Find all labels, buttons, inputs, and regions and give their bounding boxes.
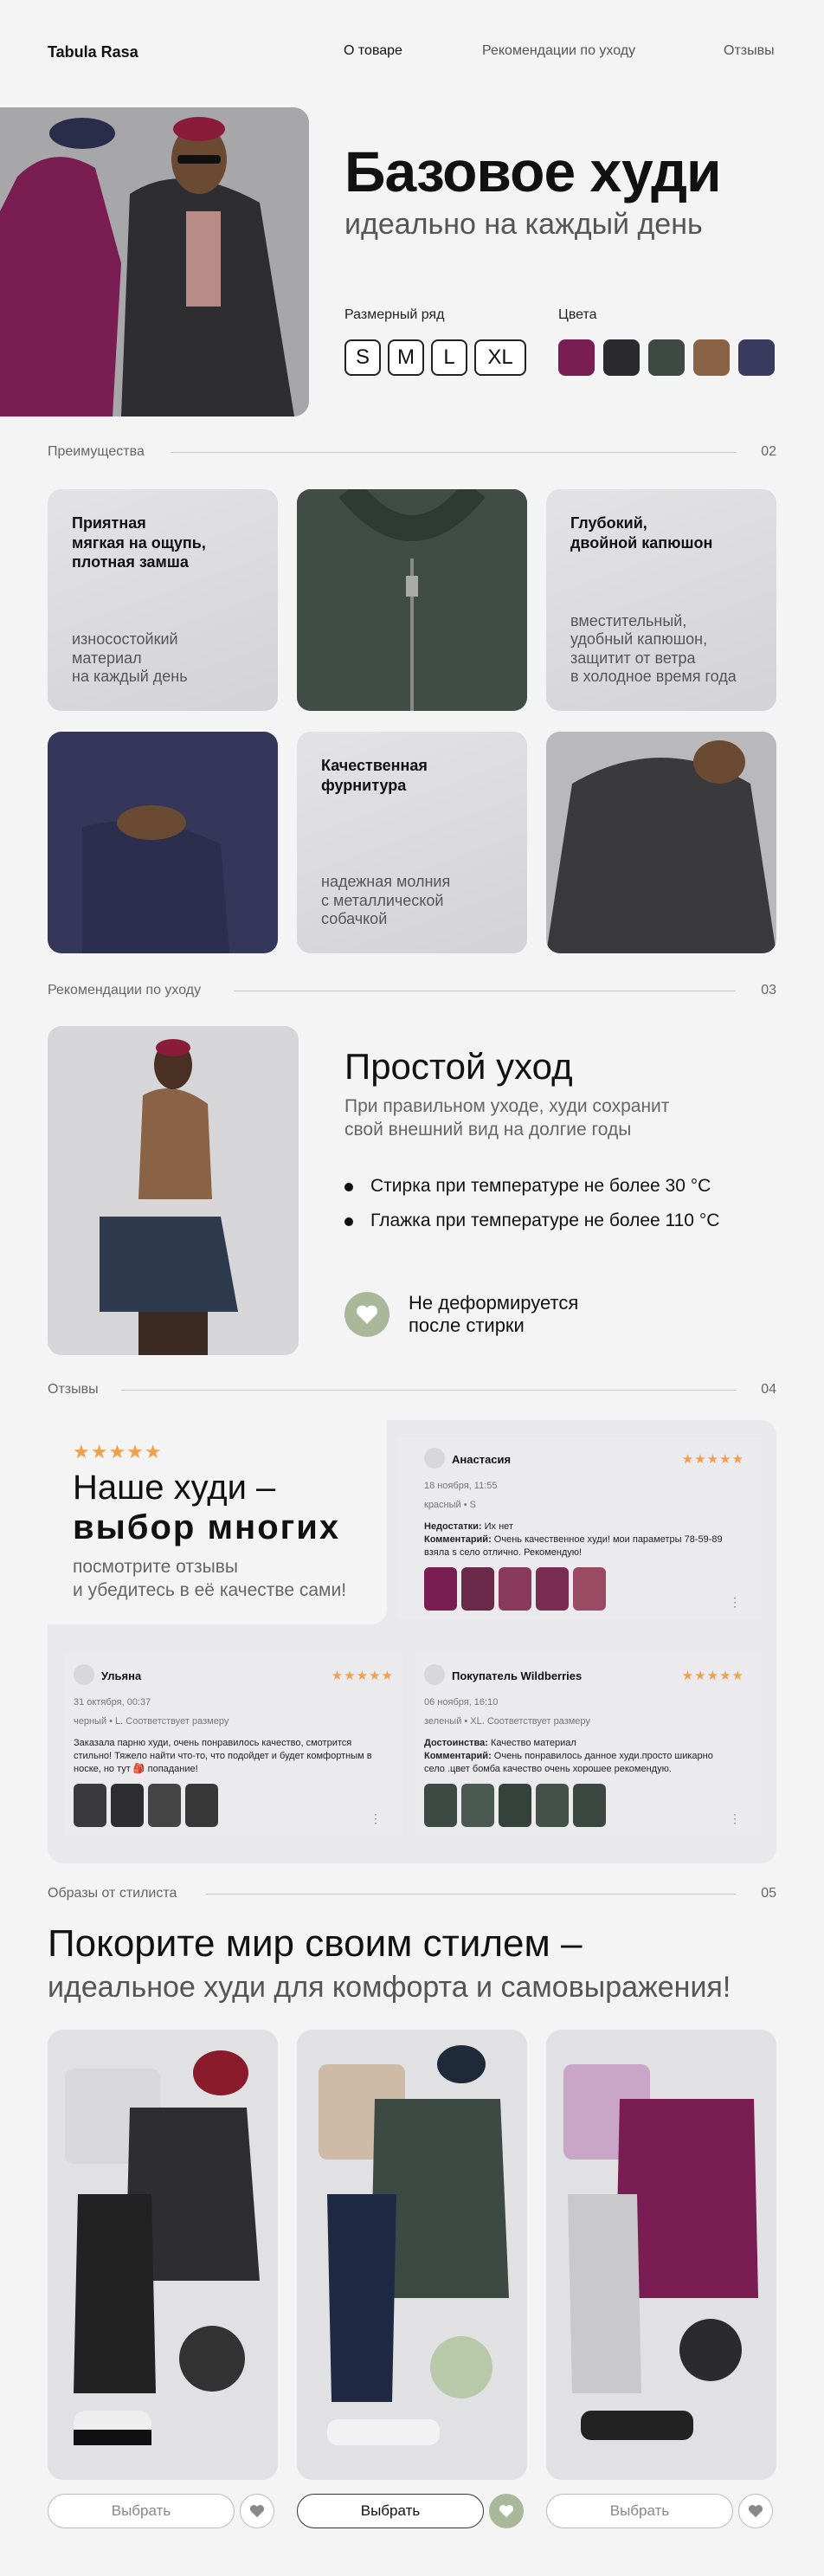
color-swatch-brown[interactable] (693, 339, 730, 376)
care-model-photo (48, 1026, 299, 1355)
care-title: Простой уход (344, 1046, 573, 1087)
look-2-heart-icon[interactable] (489, 2494, 524, 2528)
review-stars: ★★★★★ (681, 1452, 744, 1467)
color-swatch-navy[interactable] (738, 339, 775, 376)
hood-zipper-photo (297, 489, 527, 711)
review-stars: ★★★★★ (681, 1669, 744, 1683)
advantage-card-soft: Приятная мягкая на ощупь, плотная замша … (48, 489, 278, 711)
review-photos[interactable] (424, 1784, 610, 1830)
hero-subtitle: идеально на каждый день (344, 208, 703, 241)
care-badge-text: Не деформируется после стирки (409, 1292, 579, 1337)
section-number: 04 (761, 1382, 776, 1397)
review-photos[interactable] (74, 1784, 222, 1830)
review-date: 31 октября, 00:37 (74, 1697, 151, 1708)
avatar (74, 1664, 94, 1685)
care-bullet-wash: Стирка при температуре не более 30 °С (344, 1176, 711, 1197)
stylist-title: Покорите мир своим стилем – (48, 1922, 583, 1965)
hero-photo (0, 107, 309, 416)
look-card-black (48, 2030, 278, 2480)
section-divider (171, 452, 736, 453)
look-3-heart-icon[interactable] (738, 2494, 773, 2528)
look-card-plum (546, 2030, 776, 2480)
colors-label: Цвета (558, 307, 597, 322)
size-s-button[interactable]: S (344, 339, 381, 376)
section-divider (121, 1390, 736, 1391)
review-date: 06 ноября, 16:10 (424, 1697, 499, 1708)
size-m-button[interactable]: M (388, 339, 424, 376)
care-bullet-iron: Глажка при температуре не более 110 °С (344, 1211, 719, 1231)
review-card-2: Ульяна ★★★★★ 31 октября, 00:37 черный • … (65, 1654, 402, 1836)
sizes-label: Размерный ряд (344, 307, 445, 322)
avatar (424, 1448, 445, 1469)
reviewer-name: Анастасия (452, 1453, 512, 1466)
look-card-green (297, 2030, 527, 2480)
card-title: Глубокий, двойной капюшон (570, 514, 713, 552)
more-options-icon[interactable]: ⋮ (729, 1595, 741, 1610)
rating-stars: ★★★★★ (73, 1441, 163, 1462)
review-meta: черный • L. Соответствует размеру (74, 1716, 229, 1727)
review-text: Заказала парню худи, очень понравилось к… (74, 1738, 372, 1774)
look-2-select-button[interactable]: Выбрать (297, 2494, 484, 2528)
pocket-photo (48, 732, 278, 953)
avatar (424, 1664, 445, 1685)
advantage-card-hardware: Качественная фурнитура надежная молния с… (297, 732, 527, 953)
color-swatch-plum[interactable] (558, 339, 595, 376)
heart-badge-icon (344, 1292, 389, 1337)
card-desc: вместительный, удобный капюшон, защитит … (570, 611, 737, 686)
hero-title: Базовое худи (344, 139, 722, 203)
color-swatch-green[interactable] (648, 339, 685, 376)
size-xl-button[interactable]: XL (474, 339, 526, 376)
look-3-select-button[interactable]: Выбрать (546, 2494, 733, 2528)
more-options-icon[interactable]: ⋮ (729, 1811, 741, 1826)
look-1-heart-icon[interactable] (240, 2494, 274, 2528)
review-meta: зеленый • XL. Соответствует размеру (424, 1716, 590, 1727)
more-options-icon[interactable]: ⋮ (370, 1811, 382, 1826)
card-desc: износостойкий материал на каждый день (72, 630, 188, 686)
nav-about[interactable]: О товаре (344, 43, 402, 59)
review-card-1: Анастасия ★★★★★ 18 ноября, 11:55 красный… (398, 1437, 762, 1619)
card-title: Качественная фурнитура (321, 757, 428, 794)
reviews-headline-2: выбор многих (73, 1508, 341, 1546)
section-label-reviews: Отзывы (48, 1382, 99, 1397)
size-l-button[interactable]: L (431, 339, 467, 376)
section-label-care: Рекомендации по уходу (48, 983, 202, 997)
reviews-headline-1: Наше худи – (73, 1469, 276, 1507)
review-text: Недостатки: Их нет Комментарий: Очень кач… (424, 1521, 723, 1558)
nav-care[interactable]: Рекомендации по уходу (482, 43, 635, 59)
reviewer-name: Покупатель Wildberries (452, 1669, 583, 1682)
section-divider (206, 1894, 736, 1895)
card-desc: надежная молния с металлической собачкой (321, 873, 451, 928)
reviewer-name: Ульяна (101, 1669, 142, 1682)
look-1-select-button[interactable]: Выбрать (48, 2494, 235, 2528)
section-label-stylist: Образы от стилиста (48, 1886, 177, 1901)
color-swatch-black[interactable] (603, 339, 640, 376)
review-meta: красный • S (424, 1500, 476, 1510)
section-number: 03 (761, 983, 776, 997)
hood-back-photo (546, 732, 776, 953)
section-number: 05 (761, 1886, 776, 1901)
section-number: 02 (761, 444, 776, 459)
brand-logo[interactable]: Tabula Rasa (48, 43, 138, 61)
nav-reviews[interactable]: Отзывы (724, 43, 775, 59)
review-text: Достоинства: Качество материал Комментари… (424, 1738, 713, 1774)
stylist-subtitle: идеальное худи для комфорта и самовыраже… (48, 1971, 731, 2004)
review-stars: ★★★★★ (331, 1669, 394, 1683)
review-card-3: Покупатель Wildberries ★★★★★ 06 ноября, … (415, 1654, 762, 1836)
section-label-advantages: Преимущества (48, 444, 145, 459)
card-title: Приятная мягкая на ощупь, плотная замша (72, 514, 206, 571)
advantage-card-hood: Глубокий, двойной капюшон вместительный,… (546, 489, 776, 711)
review-photos[interactable] (424, 1567, 610, 1613)
review-date: 18 ноября, 11:55 (424, 1481, 498, 1491)
care-subtitle: При правильном уходе, худи сохранит свой… (344, 1096, 670, 1140)
reviews-sub: посмотрите отзывы и убедитесь в её качес… (73, 1557, 347, 1601)
